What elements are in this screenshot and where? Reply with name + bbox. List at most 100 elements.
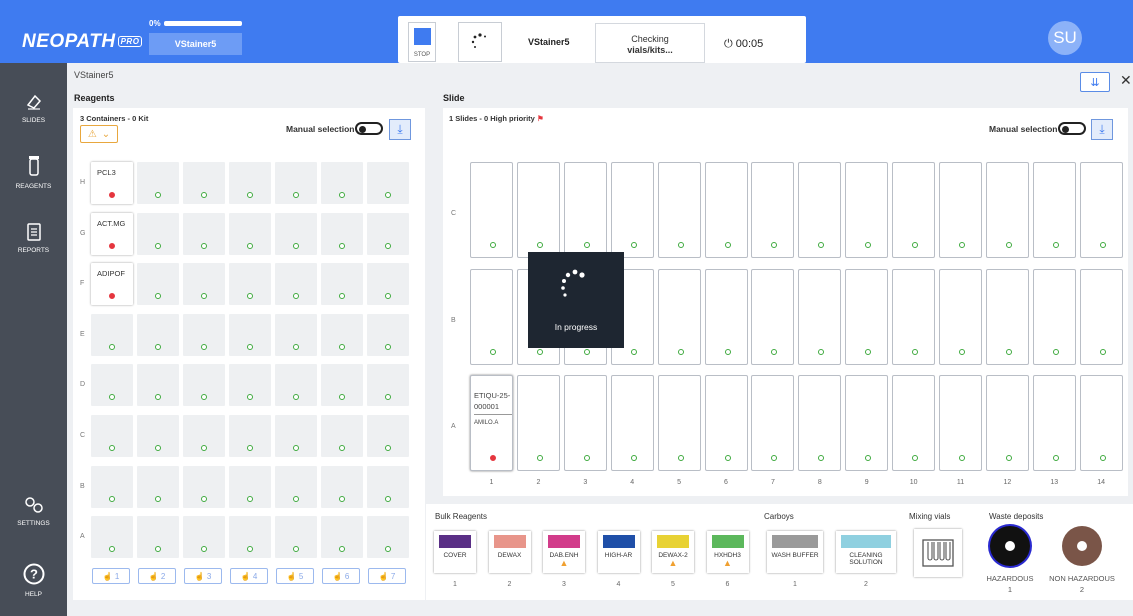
reagent-cell[interactable] [367, 415, 409, 457]
reagent-cell[interactable] [137, 263, 179, 306]
bulk-reagent[interactable]: HXHDH3 ▲ [706, 531, 749, 573]
slide-slot[interactable] [704, 162, 748, 258]
reagent-cell[interactable] [321, 162, 363, 204]
waste-non-hazardous[interactable] [1062, 526, 1102, 566]
reagent-cell[interactable] [275, 263, 317, 306]
bulk-reagent[interactable]: DEWAX [488, 531, 531, 573]
reagent-cell[interactable] [91, 313, 133, 356]
reagent-cell[interactable] [275, 212, 317, 255]
slide-slot[interactable] [751, 268, 795, 365]
slide-slot[interactable] [563, 162, 607, 258]
reagent-cell[interactable] [367, 162, 409, 204]
slide-slot[interactable] [798, 375, 842, 471]
reagent-cell[interactable] [91, 415, 133, 457]
reagent-cell[interactable] [183, 162, 225, 204]
reagent-cell[interactable] [229, 516, 271, 559]
slide-slot[interactable] [892, 162, 936, 258]
reagent-cell[interactable] [137, 313, 179, 356]
slide-slot[interactable] [470, 268, 513, 365]
reagent-cell[interactable] [321, 415, 363, 457]
slide-slot[interactable] [751, 162, 795, 258]
collapse-all-button[interactable]: ⇊ [1080, 72, 1110, 92]
reagent-cell[interactable] [275, 465, 317, 508]
slide-slot[interactable] [985, 268, 1029, 365]
reagent-cell[interactable] [367, 516, 409, 559]
slide-slot[interactable] [751, 375, 795, 471]
reagent-cell[interactable] [367, 263, 409, 306]
reagent-cell[interactable] [183, 263, 225, 306]
mixing-vials-button[interactable] [914, 529, 962, 577]
slide-slot[interactable] [985, 375, 1029, 471]
reagent-cell[interactable] [275, 364, 317, 407]
bulk-reagent[interactable]: DEWAX-2 ▲ [652, 531, 694, 573]
reagent-cell[interactable] [229, 313, 271, 356]
slide-slot[interactable] [1032, 268, 1076, 365]
slide-slot[interactable] [1032, 375, 1076, 471]
slide-slot[interactable] [892, 268, 936, 365]
slide-slot[interactable] [1032, 162, 1076, 258]
sidebar-item-help[interactable]: ? HELP [0, 563, 67, 598]
reagent-cell[interactable]: ACT.MG [91, 212, 133, 255]
slide-slot[interactable] [704, 268, 748, 365]
hand-button[interactable]: ☝ 2 [138, 568, 176, 584]
slide-slot[interactable] [798, 162, 842, 258]
reagent-cell[interactable] [229, 263, 271, 306]
avatar[interactable]: SU [1048, 21, 1082, 55]
hand-button[interactable]: ☝ 5 [276, 568, 314, 584]
slides-manual-selection-toggle[interactable] [1058, 122, 1086, 135]
reagent-cell[interactable]: PCL3 [91, 162, 133, 204]
slide-slot[interactable] [845, 162, 889, 258]
instrument-button[interactable]: VStainer5 [149, 33, 242, 55]
slide-slot[interactable] [657, 162, 701, 258]
hand-button[interactable]: ☝ 4 [230, 568, 268, 584]
slide-slot[interactable] [610, 375, 654, 471]
waste-hazardous[interactable] [990, 526, 1030, 566]
sidebar-item-reagents[interactable]: REAGENTS [0, 155, 67, 190]
slide-slot[interactable] [892, 375, 936, 471]
tools-icon[interactable]: ✕ [1120, 72, 1132, 89]
hand-button[interactable]: ☝ 1 [92, 568, 130, 584]
reagents-download-button[interactable]: ⤓ [389, 119, 411, 140]
slide-slot[interactable] [1079, 268, 1123, 365]
manual-selection-toggle[interactable] [355, 122, 383, 135]
slide-slot[interactable] [516, 162, 560, 258]
reagent-cell[interactable] [137, 364, 179, 407]
reagent-cell[interactable] [367, 364, 409, 407]
reagent-cell[interactable] [367, 313, 409, 356]
reagent-cell[interactable] [137, 212, 179, 255]
slide-slot[interactable] [939, 268, 982, 365]
reagent-cell[interactable] [229, 162, 271, 204]
reagent-cell[interactable] [275, 415, 317, 457]
slide-slot[interactable] [657, 268, 701, 365]
slide-slot[interactable] [516, 375, 560, 471]
slide-slot[interactable] [845, 268, 889, 365]
slide-slot[interactable] [939, 162, 982, 258]
hand-button[interactable]: ☝ 6 [322, 568, 360, 584]
reagent-cell[interactable] [137, 516, 179, 559]
reagent-cell[interactable] [275, 313, 317, 356]
spinner-button[interactable] [458, 22, 502, 62]
reagent-cell[interactable] [137, 415, 179, 457]
reagent-cell[interactable] [183, 516, 225, 559]
slide-slot[interactable]: ETIQU-25- 000001 AMILO.A [470, 375, 513, 471]
reagent-cell[interactable]: ADIPOF [91, 263, 133, 306]
slide-slot[interactable] [563, 375, 607, 471]
reagent-cell[interactable] [367, 465, 409, 508]
sidebar-item-slides[interactable]: SLIDES [0, 93, 67, 124]
slide-slot[interactable] [470, 162, 513, 258]
reagent-cell[interactable] [183, 364, 225, 407]
reagent-cell[interactable] [229, 465, 271, 508]
bulk-reagent[interactable]: COVER [434, 531, 476, 573]
reagent-cell[interactable] [91, 465, 133, 508]
slide-slot[interactable] [845, 375, 889, 471]
reagent-cell[interactable] [91, 364, 133, 407]
reagent-cell[interactable] [137, 465, 179, 508]
warning-dropdown[interactable]: ⚠ ⌄ [80, 125, 118, 143]
reagent-cell[interactable] [367, 212, 409, 255]
reagent-cell[interactable] [321, 263, 363, 306]
reagent-cell[interactable] [183, 465, 225, 508]
reagent-cell[interactable] [321, 313, 363, 356]
reagent-cell[interactable] [183, 212, 225, 255]
reagent-cell[interactable] [137, 162, 179, 204]
slide-slot[interactable] [1079, 162, 1123, 258]
